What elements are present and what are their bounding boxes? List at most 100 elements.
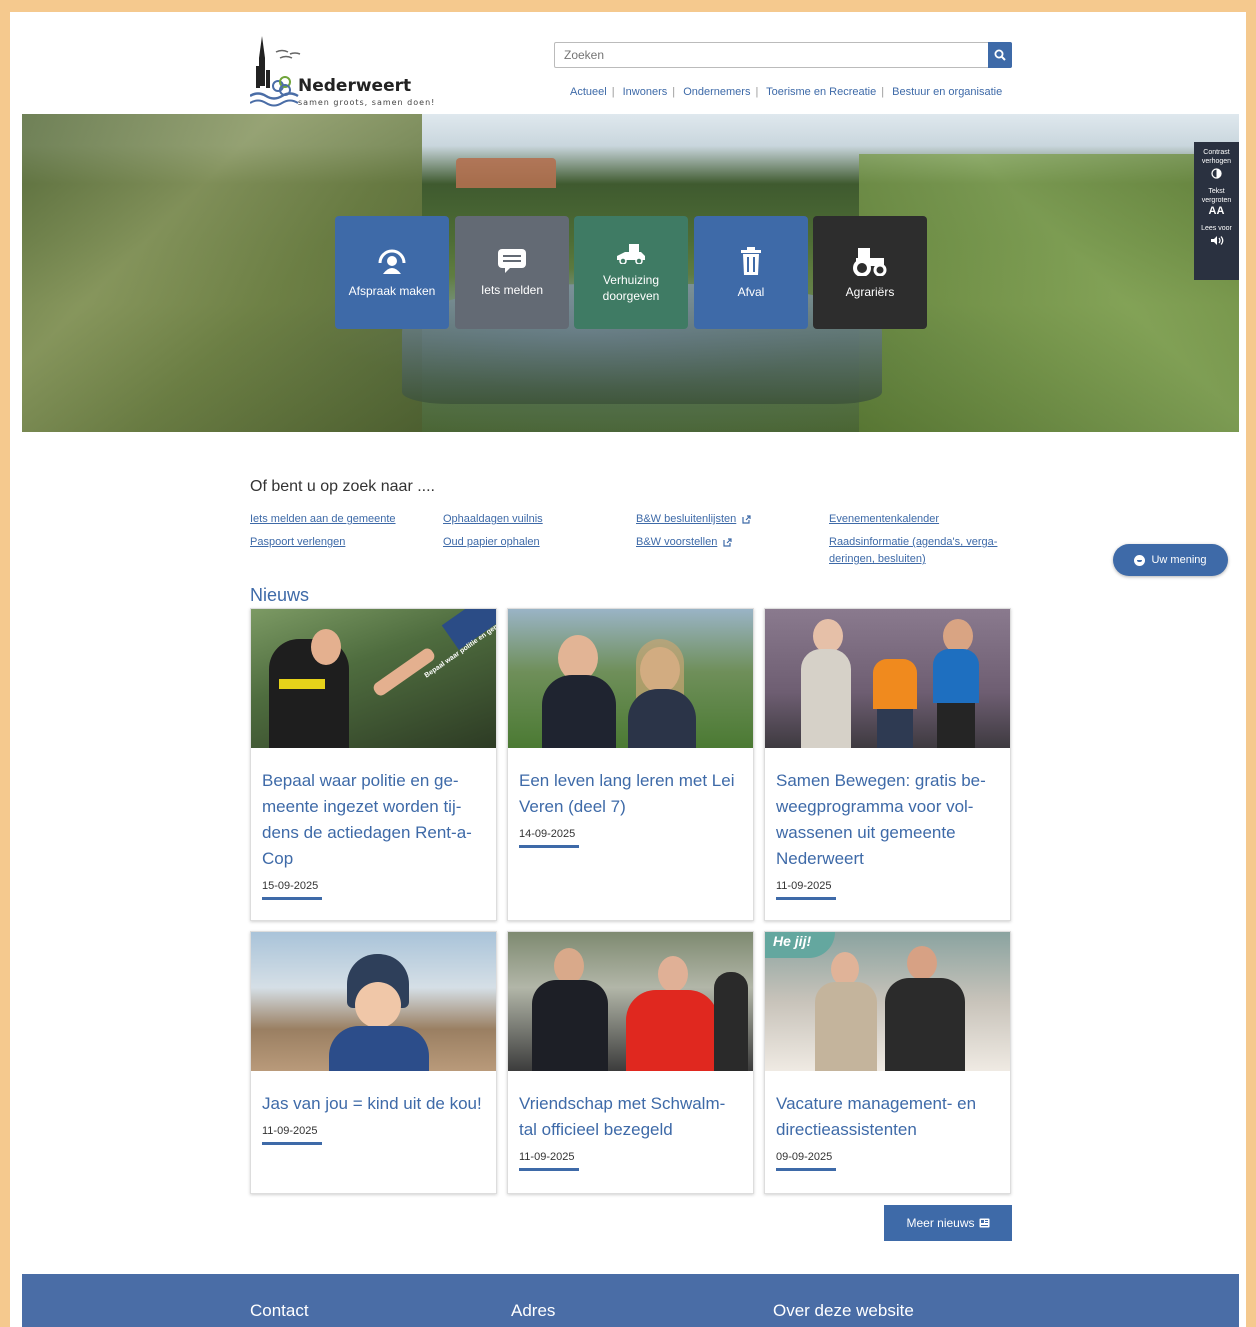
quick-links-column: Evenementenkalender Raadsinformatie (age… bbox=[829, 508, 1019, 568]
news-title: Bepaal waar politie en ge-meente ingezet… bbox=[262, 771, 472, 868]
main-navigation: Actueel | Inwoners | Ondernemers | Toerisme… bbox=[570, 86, 1002, 98]
site-logo[interactable]: Nederweert samen groots, samen doen! bbox=[249, 36, 440, 112]
quick-links-column: Iets melden aan de gemeente Paspoort ver… bbox=[250, 508, 396, 554]
news-date: 11-09-2025 bbox=[776, 880, 832, 892]
more-news-button[interactable]: Meer nieuws bbox=[884, 1205, 1012, 1241]
news-underline bbox=[776, 897, 836, 900]
link-bw-besluitenlijsten[interactable]: B&W besluitenlijsten bbox=[636, 513, 736, 525]
news-card[interactable]: Jas van jou = kind uit de kou! 11-09-202… bbox=[250, 931, 497, 1194]
news-card[interactable]: Bepaal waar politie en gemeente ingezet … bbox=[250, 608, 497, 921]
news-date: 11-09-2025 bbox=[519, 1151, 575, 1163]
news-card[interactable]: Samen Bewegen: gratis be-weegprogramma v… bbox=[764, 608, 1011, 921]
text-size-icon: AA bbox=[1208, 205, 1225, 217]
news-underline bbox=[519, 1168, 579, 1171]
contrast-button[interactable]: Contrast verhogen bbox=[1194, 148, 1239, 179]
logo-name: Nederweert bbox=[298, 76, 412, 96]
news-heading: Nieuws bbox=[250, 585, 310, 605]
speaker-icon bbox=[1210, 236, 1223, 245]
more-news-label: Meer nieuws bbox=[906, 1216, 975, 1230]
nav-actueel[interactable]: Actueel bbox=[570, 86, 607, 98]
contrast-label: Contrast verhogen bbox=[1201, 149, 1232, 165]
site-header: Nederweert samen groots, samen doen! Act… bbox=[22, 26, 1239, 114]
news-image-text: He jij! bbox=[773, 933, 812, 949]
news-image bbox=[765, 609, 1010, 748]
news-title: Samen Bewegen: gratis be-weegprogramma v… bbox=[776, 771, 986, 868]
site-footer: Contact Adres Over deze website bbox=[22, 1274, 1239, 1327]
news-date: 09-09-2025 bbox=[776, 1151, 833, 1163]
page: Nederweert samen groots, samen doen! Act… bbox=[22, 26, 1239, 1327]
news-image bbox=[508, 932, 753, 1071]
logo-tagline: samen groots, samen doen! bbox=[298, 98, 436, 107]
read-aloud-button[interactable]: Lees voor bbox=[1194, 224, 1239, 246]
tile-label: Afval bbox=[737, 284, 765, 299]
feedback-button[interactable]: Uw mening bbox=[1113, 544, 1228, 576]
nav-separator: | bbox=[755, 86, 759, 98]
news-date: 11-09-2025 bbox=[262, 1125, 318, 1137]
nav-ondernemers[interactable]: Ondernemers bbox=[683, 86, 750, 98]
news-title: Een leven lang leren met Lei Veren (deel… bbox=[519, 771, 735, 816]
tile-verhuizing-doorgeven[interactable]: Verhuizing doorgeven bbox=[574, 216, 688, 329]
footer-contact-heading: Contact bbox=[250, 1301, 309, 1320]
tile-label: Agrariërs bbox=[845, 284, 895, 299]
news-underline bbox=[262, 1142, 322, 1145]
news-card[interactable]: Vriendschap met Schwalm-tal officieel be… bbox=[507, 931, 754, 1194]
news-card[interactable]: He jij! Vacature management- en directie… bbox=[764, 931, 1011, 1194]
search-button[interactable] bbox=[988, 42, 1012, 68]
news-underline bbox=[262, 897, 322, 900]
footer-adres-heading: Adres bbox=[511, 1301, 556, 1320]
news-image: Bepaal waar politie en gemeente ingezet … bbox=[251, 609, 496, 748]
news-underline bbox=[776, 1168, 836, 1171]
news-card[interactable]: Een leven lang leren met Lei Veren (deel… bbox=[507, 608, 754, 921]
news-title: Vacature management- en directieassisten… bbox=[776, 1094, 977, 1139]
read-aloud-label: Lees voor bbox=[1201, 225, 1232, 232]
news-image bbox=[251, 932, 496, 1071]
quick-links-column: B&W besluitenlijsten B&W voorstellen bbox=[636, 508, 751, 554]
moving-truck-icon bbox=[617, 243, 645, 264]
nav-bestuur[interactable]: Bestuur en organisatie bbox=[892, 86, 1002, 98]
news-underline bbox=[519, 845, 579, 848]
nav-inwoners[interactable]: Inwoners bbox=[623, 86, 668, 98]
smiley-icon bbox=[1134, 554, 1146, 566]
link-iets-melden[interactable]: Iets melden aan de gemeente bbox=[250, 508, 396, 531]
news-image bbox=[508, 609, 753, 748]
text-size-label: Tekst vergroten bbox=[1201, 188, 1232, 204]
quick-links-column: Ophaaldagen vuilnis Oud papier ophalen bbox=[443, 508, 543, 554]
tile-label: Iets melden bbox=[480, 282, 544, 297]
newspaper-icon bbox=[979, 1218, 990, 1228]
calendar-person-icon bbox=[378, 249, 406, 274]
link-ophaaldagen[interactable]: Ophaaldagen vuilnis bbox=[443, 508, 543, 531]
link-bw-besluitenlijsten-wrap: B&W besluitenlijsten bbox=[636, 508, 751, 531]
tile-afval[interactable]: Afval bbox=[694, 216, 808, 329]
link-raadsinformatie[interactable]: Raadsinformatie (agenda's, verga-deringe… bbox=[829, 534, 1019, 568]
footer-over-heading: Over deze website bbox=[773, 1301, 914, 1320]
news-image: He jij! bbox=[765, 932, 1010, 1071]
hero-house bbox=[456, 158, 556, 188]
tile-label: Afspraak maken bbox=[348, 283, 436, 298]
link-oud-papier[interactable]: Oud papier ophalen bbox=[443, 531, 543, 554]
link-evenementenkalender[interactable]: Evenementenkalender bbox=[829, 508, 1019, 531]
nav-toerisme[interactable]: Toerisme en Recreatie bbox=[766, 86, 876, 98]
accessibility-toolbar: Contrast verhogen Tekst vergroten AA Lee… bbox=[1194, 142, 1239, 280]
contrast-icon bbox=[1211, 168, 1222, 179]
nav-separator: | bbox=[672, 86, 676, 98]
tile-afspraak-maken[interactable]: Afspraak maken bbox=[335, 216, 449, 329]
news-date: 15-09-2025 bbox=[262, 880, 319, 892]
tile-agrariers[interactable]: Agrariërs bbox=[813, 216, 927, 329]
trash-can-icon bbox=[741, 246, 761, 275]
browser-frame: Nederweert samen groots, samen doen! Act… bbox=[10, 12, 1246, 1327]
search-icon bbox=[994, 49, 1006, 61]
link-paspoort[interactable]: Paspoort verlengen bbox=[250, 531, 396, 554]
chat-bubble-icon bbox=[498, 248, 526, 273]
tile-iets-melden[interactable]: Iets melden bbox=[455, 216, 569, 329]
link-bw-voorstellen-wrap: B&W voorstellen bbox=[636, 531, 751, 554]
external-link-icon bbox=[742, 514, 751, 524]
search-box bbox=[554, 42, 1012, 68]
search-input[interactable] bbox=[555, 43, 985, 67]
news-title: Jas van jou = kind uit de kou! bbox=[262, 1094, 482, 1113]
text-size-button[interactable]: Tekst vergroten AA bbox=[1194, 187, 1239, 217]
news-date: 14-09-2025 bbox=[519, 828, 576, 840]
link-bw-voorstellen[interactable]: B&W voorstellen bbox=[636, 536, 717, 548]
hero-image: Afspraak maken Iets melden Verhuizing do… bbox=[22, 114, 1239, 432]
nav-separator: | bbox=[611, 86, 615, 98]
tractor-icon bbox=[853, 247, 887, 276]
